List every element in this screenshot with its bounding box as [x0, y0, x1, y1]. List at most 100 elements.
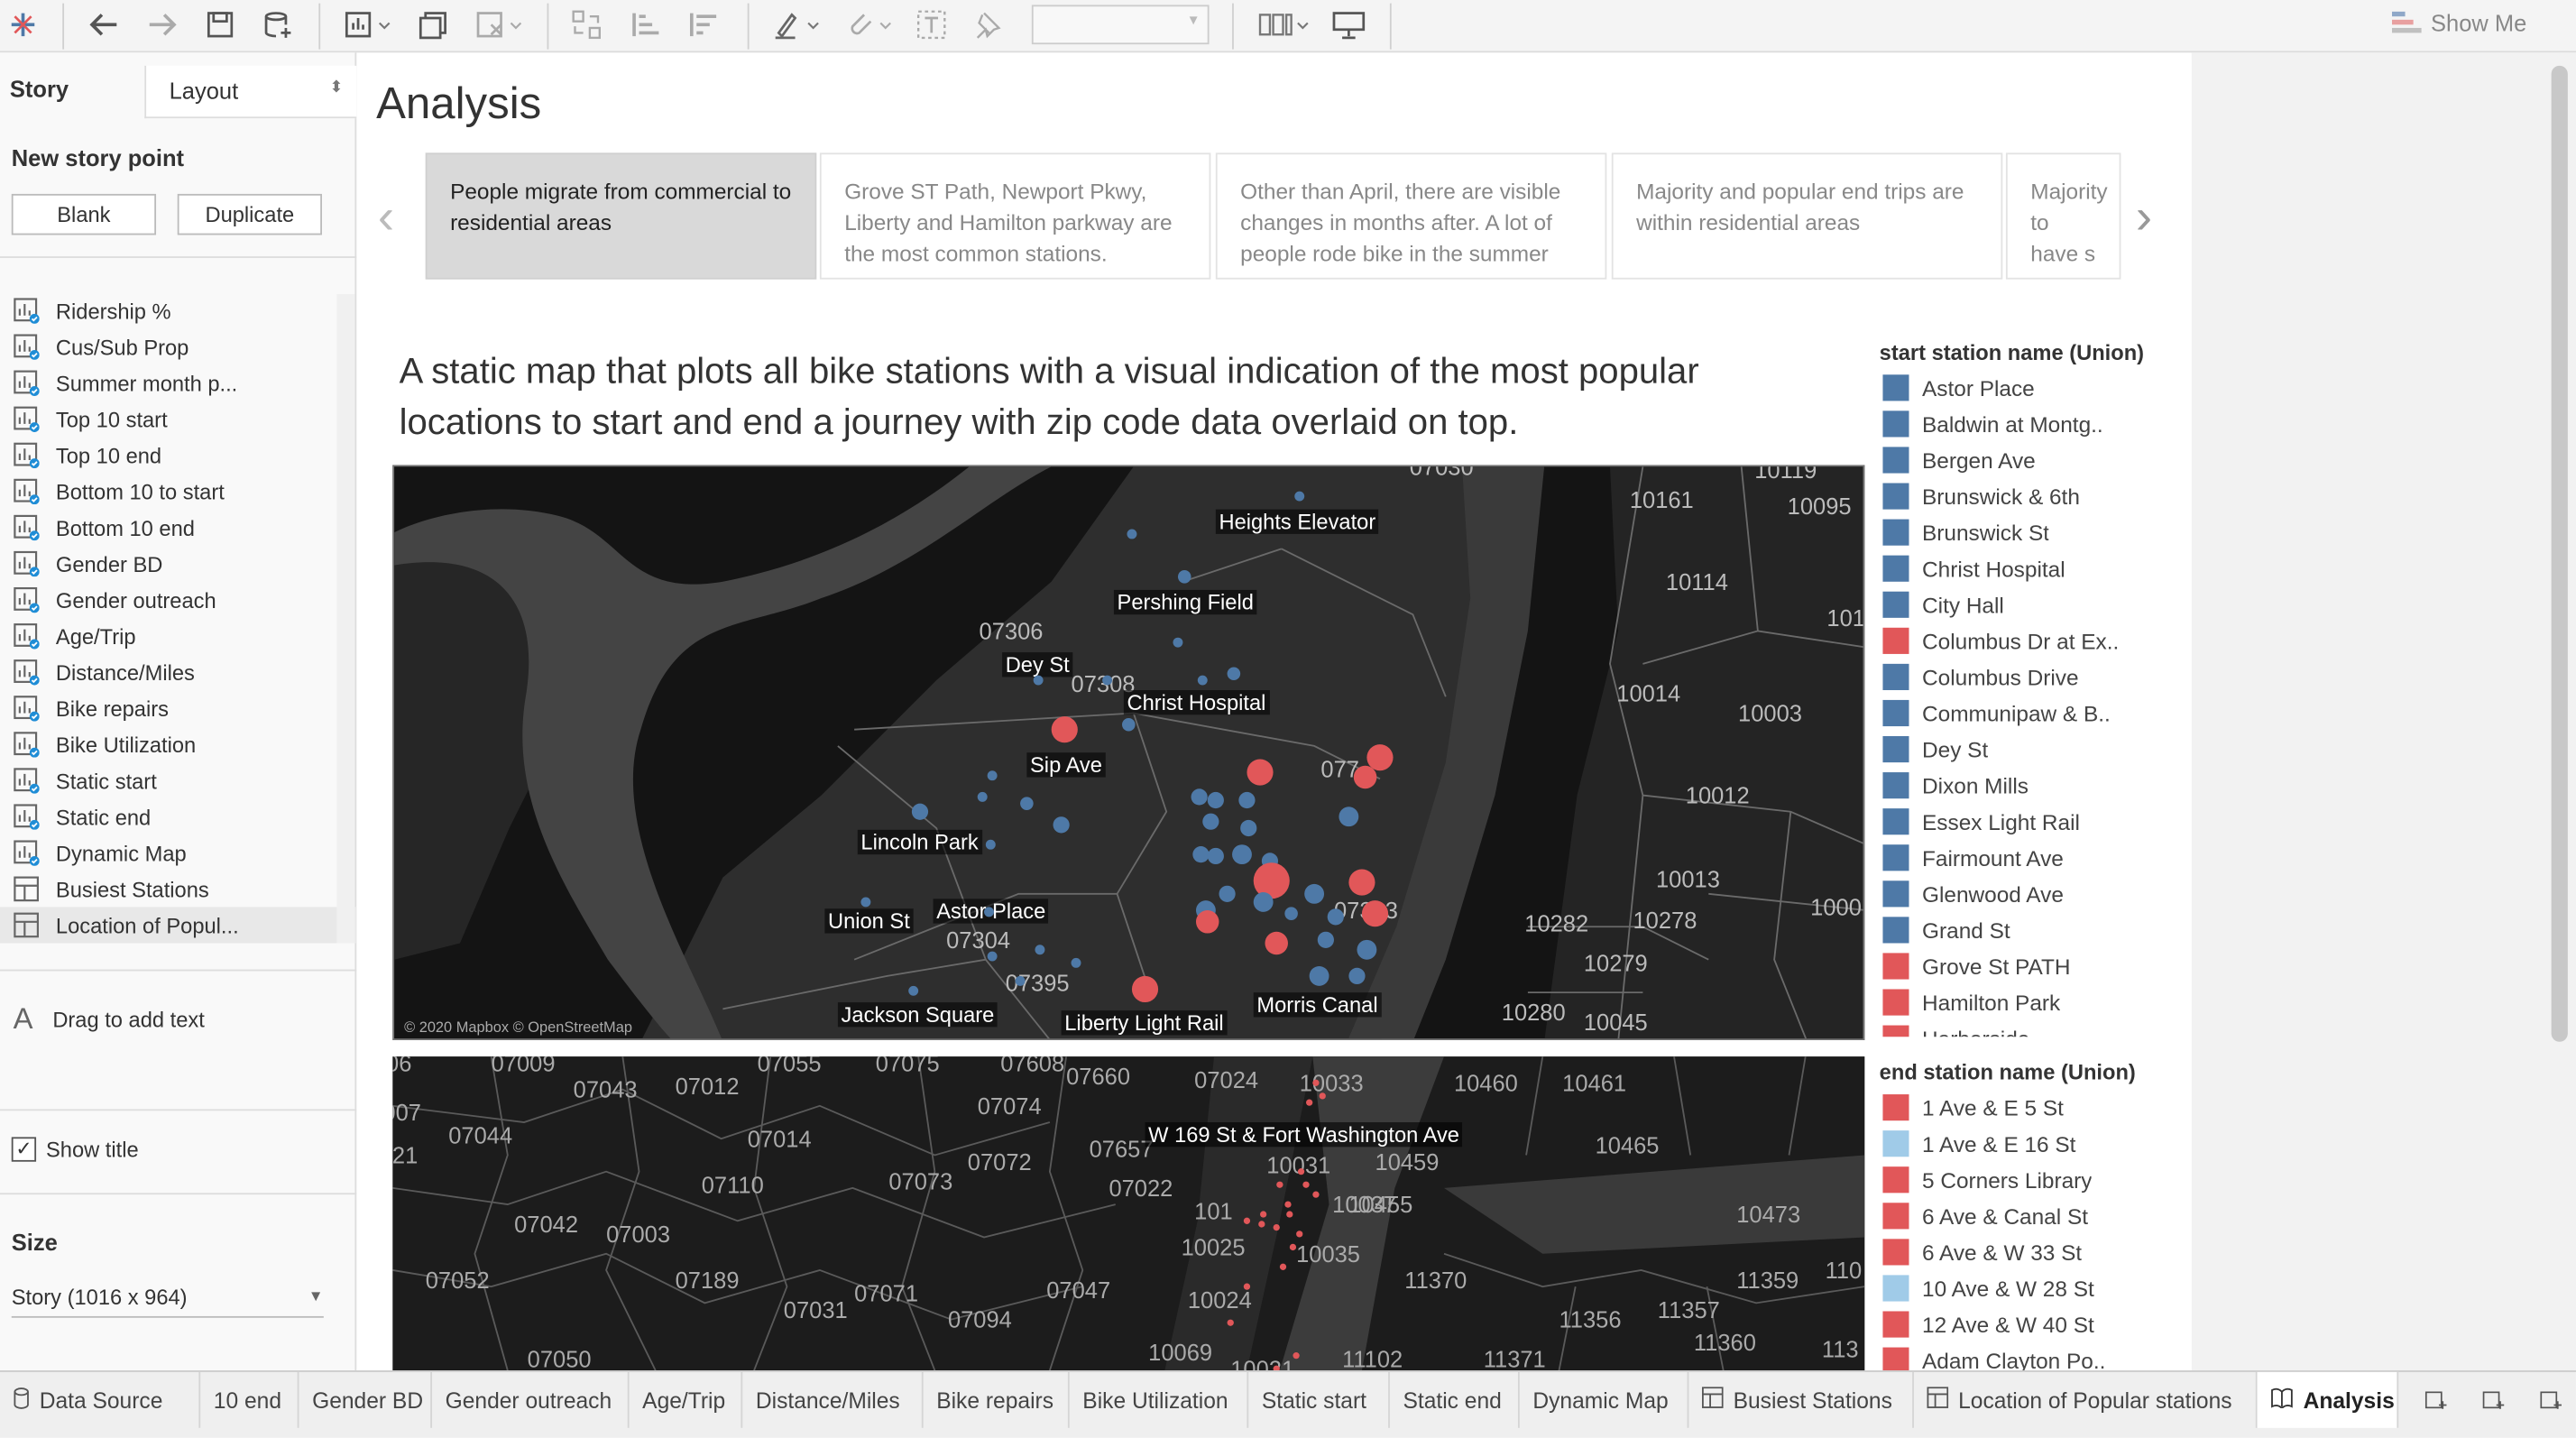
sort-ascending-icon[interactable]: [626, 6, 666, 42]
end-station-dot[interactable]: [1319, 1092, 1326, 1100]
legend-item[interactable]: Harborside: [1882, 1020, 2162, 1037]
station-dot[interactable]: [1357, 939, 1377, 960]
station-dot[interactable]: [1127, 529, 1137, 539]
swap-rows-columns-icon[interactable]: [566, 6, 606, 42]
popular-station-dot[interactable]: [1131, 975, 1159, 1003]
legend-item[interactable]: Grand St: [1882, 912, 2162, 948]
popular-station-dot[interactable]: [1051, 716, 1078, 743]
legend-item[interactable]: Christ Hospital: [1882, 550, 2162, 586]
blank-button[interactable]: Blank: [11, 193, 157, 235]
station-dot[interactable]: [1284, 907, 1298, 920]
fix-axes-pin-icon[interactable]: [968, 6, 1007, 42]
sheet-list-item[interactable]: Static start: [0, 762, 356, 798]
sheet-tab[interactable]: Static start: [1248, 1371, 1390, 1428]
station-dot[interactable]: [1207, 847, 1224, 865]
station-dot[interactable]: [1020, 797, 1034, 810]
sheet-tab[interactable]: Gender BD: [299, 1371, 433, 1428]
sheet-tab[interactable]: Static end: [1390, 1371, 1520, 1428]
end-station-dot[interactable]: [1296, 1231, 1303, 1238]
legend-item[interactable]: Astor Place: [1882, 370, 2162, 406]
sheet-list-item[interactable]: Bike Utilization: [0, 726, 356, 762]
sheet-tab[interactable]: Age/Trip: [630, 1371, 743, 1428]
station-dot[interactable]: [1240, 819, 1257, 837]
sheet-tab[interactable]: Distance/Miles: [742, 1371, 924, 1428]
legend-item[interactable]: Communipaw & B..: [1882, 695, 2162, 731]
popular-station-dot[interactable]: [1361, 900, 1389, 927]
sheet-list-item[interactable]: Location of Popul...: [0, 907, 357, 944]
legend-item[interactable]: Dixon Mills: [1882, 768, 2162, 804]
legend-item[interactable]: Hamilton Park: [1882, 984, 2162, 1020]
legend-item[interactable]: 1 Ave & E 16 St: [1882, 1126, 2162, 1162]
popular-station-dot[interactable]: [1353, 765, 1377, 789]
sheet-list-item[interactable]: Gender outreach: [0, 582, 356, 618]
sort-descending-icon[interactable]: [684, 6, 723, 42]
station-dot[interactable]: [1197, 675, 1208, 686]
station-dot[interactable]: [1071, 957, 1081, 968]
legend-item[interactable]: 1 Ave & E 5 St: [1882, 1090, 2162, 1126]
station-dot[interactable]: [1253, 892, 1274, 912]
legend-item[interactable]: Fairmount Ave: [1882, 840, 2162, 876]
station-dot[interactable]: [911, 803, 929, 820]
forward-arrow-icon[interactable]: [142, 6, 184, 42]
clear-sheet-icon[interactable]: [468, 6, 530, 42]
tab-story[interactable]: Story: [10, 76, 69, 102]
presentation-mode-icon[interactable]: [1329, 6, 1369, 42]
sheet-tab[interactable]: Dynamic Map: [1520, 1371, 1689, 1428]
sheet-list-item[interactable]: Distance/Miles: [0, 654, 356, 690]
legend-item[interactable]: 6 Ave & Canal St: [1882, 1198, 2162, 1234]
sheet-list-item[interactable]: Bottom 10 to start: [0, 474, 356, 510]
popular-station-dot[interactable]: [1247, 759, 1274, 786]
station-dot[interactable]: [1177, 570, 1191, 584]
sheet-list-item[interactable]: Bike repairs: [0, 690, 356, 726]
show-cards-icon[interactable]: [1252, 6, 1318, 42]
sheet-tab[interactable]: Location of Popular stations: [1914, 1371, 2258, 1428]
legend-item[interactable]: Dey St: [1882, 732, 2162, 768]
save-icon[interactable]: [200, 6, 240, 42]
end-station-dot[interactable]: [1297, 1168, 1305, 1175]
legend-item[interactable]: 10 Ave & W 28 St: [1882, 1270, 2162, 1306]
legend-item[interactable]: Essex Light Rail: [1882, 804, 2162, 840]
station-dot[interactable]: [1207, 791, 1224, 809]
sheet-list-item[interactable]: Gender BD: [0, 546, 356, 582]
sheet-list-item[interactable]: Bottom 10 end: [0, 510, 356, 546]
popular-station-dot[interactable]: [1348, 869, 1375, 896]
new-data-source-icon[interactable]: [258, 6, 298, 42]
end-station-dot[interactable]: [1312, 1079, 1320, 1086]
station-dot[interactable]: [987, 951, 998, 962]
end-station-dot[interactable]: [1279, 1263, 1287, 1270]
story-point-5[interactable]: Majority to have s areas: [2005, 152, 2121, 280]
station-dot[interactable]: [1102, 675, 1113, 686]
station-dot[interactable]: [1232, 844, 1252, 865]
legend-item[interactable]: 12 Ave & W 40 St: [1882, 1306, 2162, 1342]
new-dashboard-icon[interactable]: [2470, 1372, 2519, 1428]
popular-station-dot[interactable]: [1195, 910, 1219, 934]
station-dot[interactable]: [1015, 975, 1026, 986]
sheet-list-item[interactable]: Top 10 start: [0, 401, 356, 437]
group-members-icon[interactable]: [840, 6, 899, 42]
story-point-1[interactable]: People migrate from commercial to reside…: [425, 152, 817, 280]
sheet-tab[interactable]: Analysis: [2257, 1371, 2399, 1428]
new-worksheet-icon[interactable]: [2412, 1372, 2461, 1428]
legend-item[interactable]: Brunswick & 6th: [1882, 478, 2162, 514]
legend-item[interactable]: 6 Ave & W 33 St: [1882, 1234, 2162, 1270]
station-dot[interactable]: [984, 907, 994, 917]
sheet-list-item[interactable]: Summer month p...: [0, 364, 356, 401]
drag-to-add-text[interactable]: A Drag to add text: [14, 1002, 205, 1037]
sheet-tab[interactable]: Busiest Stations: [1688, 1371, 1914, 1428]
end-station-dot[interactable]: [1302, 1181, 1310, 1188]
end-station-dot[interactable]: [1312, 1191, 1320, 1198]
end-station-dot[interactable]: [1286, 1211, 1293, 1218]
new-story-icon[interactable]: [2526, 1372, 2576, 1428]
highlight-icon[interactable]: [768, 6, 827, 42]
legend-item[interactable]: Columbus Drive: [1882, 659, 2162, 695]
station-dot[interactable]: [1304, 883, 1325, 904]
end-station-dot[interactable]: [1258, 1221, 1265, 1228]
show-me-button[interactable]: Show Me: [2391, 10, 2526, 36]
back-arrow-icon[interactable]: [82, 6, 124, 42]
end-station-dot[interactable]: [1243, 1217, 1251, 1224]
story-point-4[interactable]: Majority and popular end trips are withi…: [1611, 152, 2003, 280]
legend-item[interactable]: 5 Corners Library: [1882, 1162, 2162, 1198]
station-dot[interactable]: [1317, 931, 1334, 948]
station-dot[interactable]: [1348, 967, 1366, 985]
sheet-tab[interactable]: 10 end: [200, 1371, 299, 1428]
